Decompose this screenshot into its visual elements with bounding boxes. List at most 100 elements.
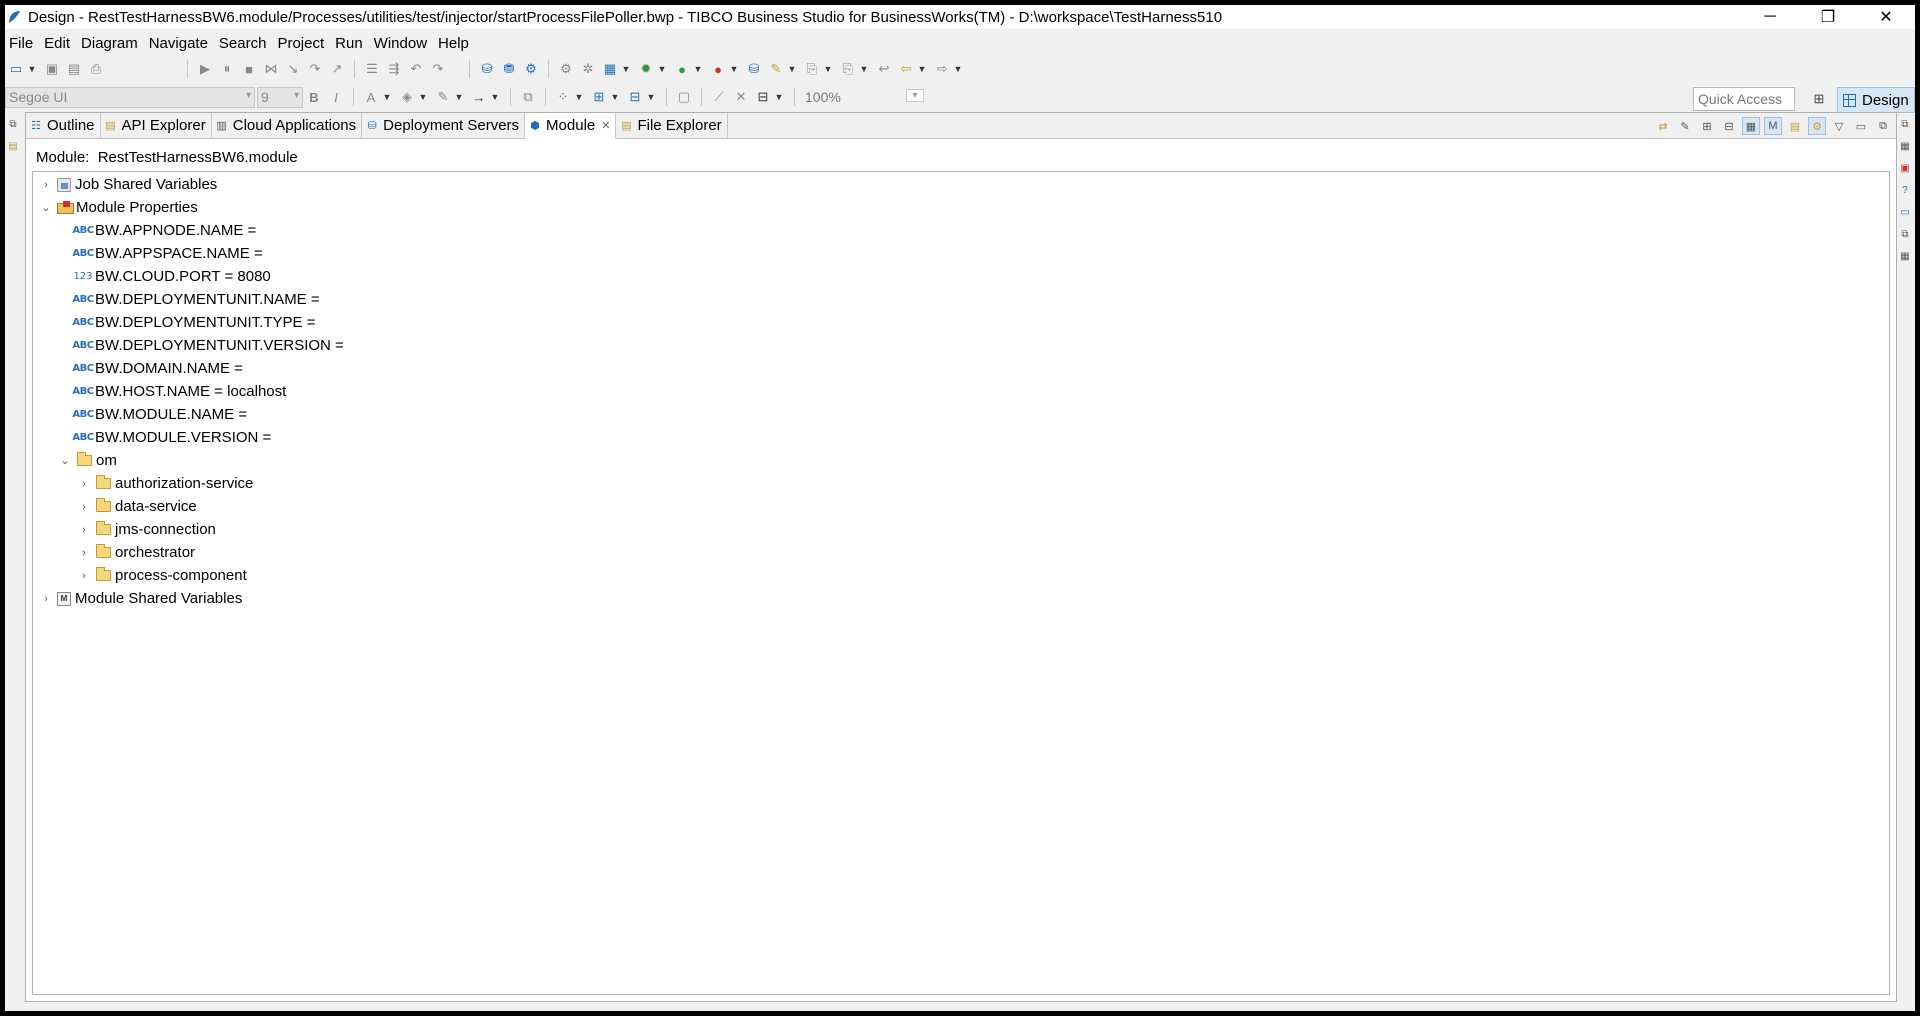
problems-view-icon[interactable]: ▣ — [1898, 161, 1912, 175]
align-icon[interactable]: ☰ — [363, 60, 381, 78]
sync-icon[interactable]: ⇄ — [1654, 117, 1672, 135]
line-color-dropdown-icon[interactable]: ▼ — [454, 88, 464, 106]
tree-node-property[interactable]: ABC BW.HOST.NAME = localhost — [72, 380, 286, 403]
tree-node-folder[interactable]: › authorization-service — [77, 472, 253, 495]
external-tools-dropdown-icon[interactable]: ▼ — [729, 60, 739, 78]
zoom-select[interactable]: 100% ▾ — [801, 86, 927, 108]
tree-node-folder[interactable]: › jms-connection — [77, 518, 216, 541]
chart-dropdown-icon[interactable]: ▼ — [621, 60, 631, 78]
line-style-dropdown-icon[interactable]: ▼ — [490, 88, 500, 106]
font-family-select[interactable]: Segoe UI ▾ — [5, 86, 255, 108]
tree-node-property[interactable]: ABC BW.DEPLOYMENTUNIT.TYPE = — [72, 311, 315, 334]
tree-node-job-shared-variables[interactable]: › Job Shared Variables — [39, 173, 217, 196]
menu-search[interactable]: Search — [215, 35, 274, 52]
tree-node-property[interactable]: 123 BW.CLOUD.PORT = 8080 — [73, 265, 270, 288]
deploy-icon[interactable]: ✎ — [767, 60, 785, 78]
select-dropdown-icon[interactable]: ▼ — [574, 88, 584, 106]
line-style-icon[interactable]: → — [470, 88, 488, 106]
tree-node-property[interactable]: ABC BW.MODULE.VERSION = — [72, 426, 271, 449]
new-dropdown-icon[interactable]: ▼ — [27, 60, 37, 78]
tree-node-folder[interactable]: › orchestrator — [77, 541, 195, 564]
next-annotation-icon[interactable]: ⎘ — [839, 60, 857, 78]
print-icon[interactable]: ⎙ — [87, 60, 105, 78]
chevron-right-icon[interactable]: › — [77, 570, 91, 582]
forward-icon[interactable]: ⇨ — [933, 60, 951, 78]
filter-icon[interactable]: ⚙ — [1808, 117, 1826, 135]
settings-icon[interactable]: ⚙ — [557, 60, 575, 78]
chevron-right-icon[interactable]: › — [39, 179, 53, 191]
debug-icon[interactable]: ✹ — [637, 60, 655, 78]
align-objects-dropdown-icon[interactable]: ▼ — [646, 88, 656, 106]
project-explorer-icon[interactable]: ▤ — [6, 139, 20, 153]
minimize-view-icon[interactable]: ▭ — [1852, 117, 1870, 135]
remove-connector-icon[interactable]: ✕ — [732, 88, 750, 106]
palette-view-icon[interactable]: ▦ — [1898, 249, 1912, 263]
tree-node-property[interactable]: ABC BW.DEPLOYMENTUNIT.VERSION = — [72, 334, 343, 357]
bold-icon[interactable]: B — [305, 88, 323, 106]
autosize-icon[interactable]: ▢ — [675, 88, 693, 106]
tab-module[interactable]: ⬢ Module ✕ — [525, 113, 617, 139]
tab-file-explorer[interactable]: ▤ File Explorer — [616, 113, 728, 138]
chevron-right-icon[interactable]: › — [39, 593, 53, 605]
tree-node-folder-om[interactable]: ⌄ om — [58, 449, 117, 472]
show-module-icon[interactable]: M — [1764, 117, 1782, 135]
copy-format-icon[interactable]: ⧉ — [519, 88, 537, 106]
menu-diagram[interactable]: Diagram — [77, 35, 145, 52]
tree-node-property[interactable]: ABC BW.DOMAIN.NAME = — [72, 357, 243, 380]
save-all-icon[interactable]: ▤ — [65, 60, 83, 78]
tree-node-property[interactable]: ABC BW.MODULE.NAME = — [72, 403, 247, 426]
tree-node-property[interactable]: ABC BW.DEPLOYMENTUNIT.NAME = — [72, 288, 319, 311]
restore-button[interactable]: ❐ — [1799, 5, 1857, 29]
step-icon[interactable]: ▶ — [196, 60, 214, 78]
menu-file[interactable]: File — [5, 35, 40, 52]
arrange-icon[interactable]: ⊞ — [590, 88, 608, 106]
chevron-down-icon[interactable]: ⌄ — [58, 454, 72, 467]
tab-outline[interactable]: ☷ Outline — [26, 113, 101, 138]
font-size-select[interactable]: 9 ▾ — [257, 86, 303, 108]
design-perspective-button[interactable]: Design — [1837, 87, 1915, 113]
menu-window[interactable]: Window — [370, 35, 434, 52]
restore-view-icon[interactable]: ⧉ — [1898, 117, 1912, 131]
grid-dropdown-icon[interactable]: ▼ — [774, 88, 784, 106]
chart-icon[interactable]: ▦ — [601, 60, 619, 78]
services-icon[interactable]: ✲ — [579, 60, 597, 78]
run-icon[interactable]: ● — [673, 60, 691, 78]
menu-run[interactable]: Run — [331, 35, 370, 52]
menu-project[interactable]: Project — [273, 35, 331, 52]
quick-access-input[interactable] — [1693, 87, 1795, 111]
expand-all-icon[interactable]: ⊞ — [1698, 117, 1716, 135]
annotation-dropdown-icon[interactable]: ▼ — [823, 60, 833, 78]
database-icon[interactable]: ⛁ — [478, 60, 496, 78]
step-over-icon[interactable]: ↷ — [306, 60, 324, 78]
tree-node-folder[interactable]: › process-component — [77, 564, 247, 587]
stop-icon[interactable]: ■ — [240, 60, 258, 78]
back-dropdown-icon[interactable]: ▼ — [917, 60, 927, 78]
layout-icon[interactable]: ⇶ — [385, 60, 403, 78]
chevron-right-icon[interactable]: › — [77, 524, 91, 536]
view-menu-icon[interactable]: ▽ — [1830, 117, 1848, 135]
tree-node-module-shared-variables[interactable]: › M Module Shared Variables — [39, 587, 242, 610]
annotation-icon[interactable]: ⎘ — [803, 60, 821, 78]
new-icon[interactable]: ▭ — [7, 60, 25, 78]
redo-icon[interactable]: ↷ — [429, 60, 447, 78]
console-view-icon[interactable]: ▭ — [1898, 205, 1912, 219]
tree-node-folder[interactable]: › data-service — [77, 495, 197, 518]
help-icon[interactable]: ? — [1898, 183, 1912, 197]
step-into-icon[interactable]: ↘ — [284, 60, 302, 78]
fill-color-icon[interactable]: ◈ — [398, 88, 416, 106]
close-button[interactable]: ✕ — [1857, 5, 1915, 29]
menu-help[interactable]: Help — [434, 35, 476, 52]
align-objects-icon[interactable]: ⊟ — [626, 88, 644, 106]
select-icon[interactable]: ⁘ — [554, 88, 572, 106]
menu-navigate[interactable]: Navigate — [145, 35, 215, 52]
open-perspective-icon[interactable]: ⊞ — [1809, 89, 1829, 109]
run-dropdown-icon[interactable]: ▼ — [693, 60, 703, 78]
tab-api-explorer[interactable]: ▤ API Explorer — [101, 113, 212, 138]
minimize-button[interactable]: ─ — [1741, 5, 1799, 29]
show-properties-icon[interactable]: ▤ — [1786, 117, 1804, 135]
arrange-dropdown-icon[interactable]: ▼ — [610, 88, 620, 106]
undo-icon[interactable]: ↶ — [407, 60, 425, 78]
chevron-down-icon[interactable]: ⌄ — [39, 201, 53, 214]
tab-cloud-applications[interactable]: ▥ Cloud Applications — [212, 113, 363, 138]
forward-dropdown-icon[interactable]: ▼ — [953, 60, 963, 78]
